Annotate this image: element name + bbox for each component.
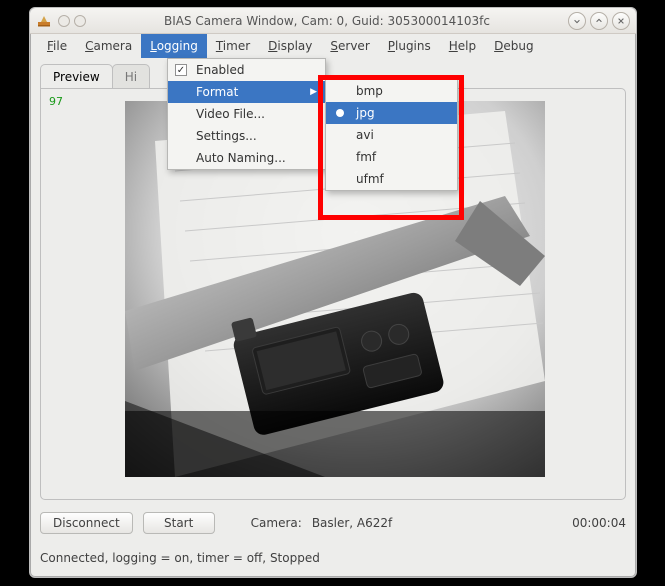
format-bmp-item[interactable]: bmp <box>326 80 457 102</box>
format-ufmf-item[interactable]: ufmf <box>326 168 457 190</box>
logging-autonaming-item[interactable]: Auto Naming... <box>168 147 325 169</box>
format-fmf-item[interactable]: fmf <box>326 146 457 168</box>
menu-camera[interactable]: Camera <box>76 34 141 58</box>
logging-dropdown: ✓ Enabled Format ▶ Video File... Setting… <box>167 58 326 170</box>
start-button[interactable]: Start <box>143 512 215 534</box>
menu-help[interactable]: Help <box>440 34 485 58</box>
menu-server[interactable]: Server <box>321 34 378 58</box>
statusbar: Connected, logging = on, timer = off, St… <box>40 551 626 565</box>
menu-debug[interactable]: Debug <box>485 34 542 58</box>
format-jpg-item[interactable]: jpg <box>326 102 457 124</box>
titlebar: BIAS Camera Window, Cam: 0, Guid: 305300… <box>30 8 636 34</box>
close-button[interactable] <box>612 12 630 30</box>
elapsed-time: 00:00:04 <box>572 516 626 530</box>
logging-settings-item[interactable]: Settings... <box>168 125 325 147</box>
app-window: BIAS Camera Window, Cam: 0, Guid: 305300… <box>29 7 637 578</box>
status-text: Connected, logging = on, timer = off, St… <box>40 551 320 565</box>
minimize-button[interactable] <box>568 12 586 30</box>
maximize-button[interactable] <box>590 12 608 30</box>
logging-videofile-item[interactable]: Video File... <box>168 103 325 125</box>
menu-plugins[interactable]: Plugins <box>379 34 440 58</box>
radio-selected-icon <box>336 109 344 117</box>
format-submenu: bmp jpg avi fmf ufmf <box>325 79 458 191</box>
format-avi-item[interactable]: avi <box>326 124 457 146</box>
checkbox-checked-icon: ✓ <box>175 64 187 76</box>
menu-file[interactable]: File <box>38 34 76 58</box>
logging-format-item[interactable]: Format ▶ <box>168 81 325 103</box>
bottom-toolbar: Disconnect Start Camera: Basler, A622f 0… <box>40 509 626 537</box>
camera-label: Camera: <box>251 516 302 530</box>
disconnect-button[interactable]: Disconnect <box>40 512 133 534</box>
window-menu-button[interactable] <box>58 15 70 27</box>
app-icon <box>36 13 52 29</box>
window-title: BIAS Camera Window, Cam: 0, Guid: 305300… <box>90 14 564 28</box>
menu-logging[interactable]: Logging <box>141 34 207 58</box>
tab-histogram[interactable]: Hi <box>112 64 150 88</box>
window-pin-button[interactable] <box>74 15 86 27</box>
submenu-arrow-icon: ▶ <box>310 87 317 97</box>
menu-timer[interactable]: Timer <box>207 34 259 58</box>
tab-preview[interactable]: Preview <box>40 64 113 88</box>
logging-enabled-item[interactable]: ✓ Enabled <box>168 59 325 81</box>
fps-counter: 97 <box>49 95 63 108</box>
camera-value: Basler, A622f <box>312 516 392 530</box>
menu-display[interactable]: Display <box>259 34 321 58</box>
menubar: File Camera Logging Timer Display Server… <box>30 34 636 58</box>
